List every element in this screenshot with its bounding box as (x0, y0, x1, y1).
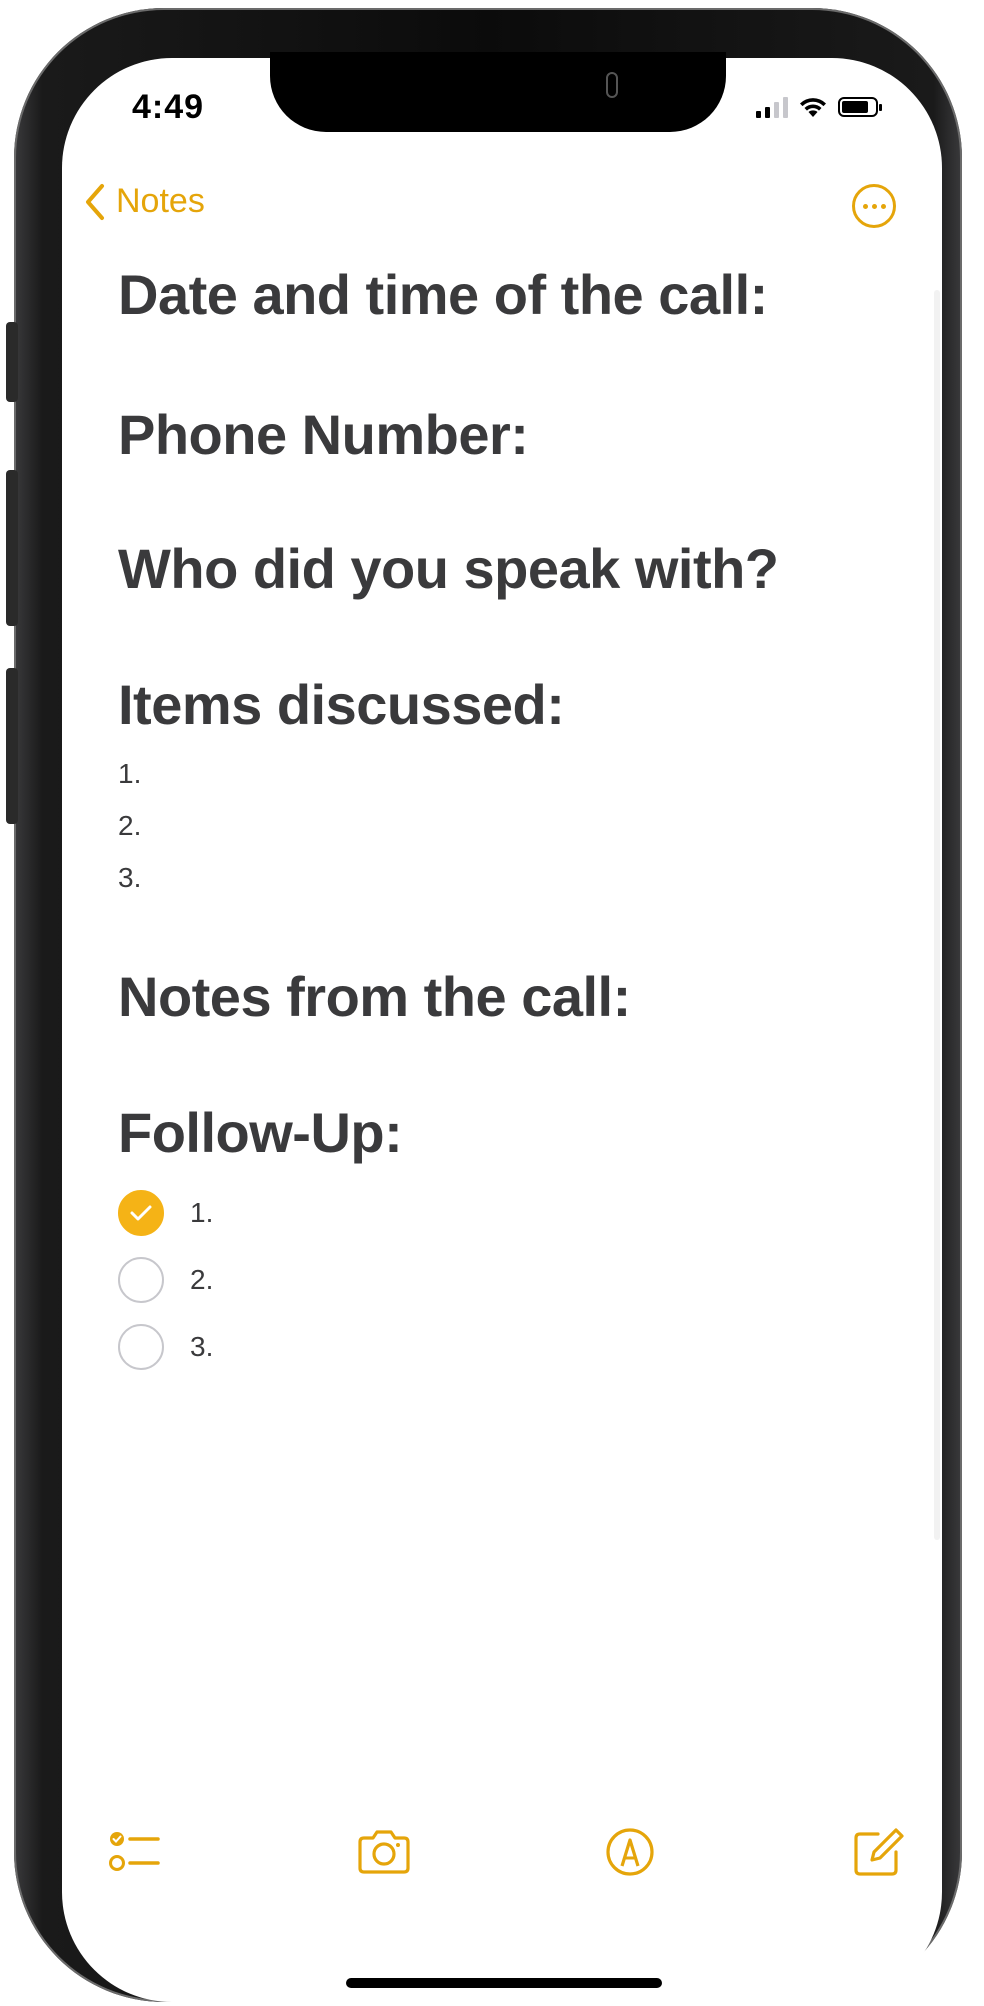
heading-items-discussed[interactable]: Items discussed: (118, 672, 565, 737)
checklist-item[interactable]: 2. (118, 1257, 213, 1303)
camera-sensor (606, 72, 618, 98)
battery-icon (838, 97, 882, 117)
items-list-item[interactable]: 1. (118, 758, 141, 790)
compose-icon[interactable] (848, 1822, 908, 1882)
checklist-item-label: 1. (190, 1197, 214, 1228)
checklist-item[interactable]: 3. (118, 1324, 213, 1370)
status-icons (756, 96, 882, 118)
heading-date-time[interactable]: Date and time of the call: (118, 262, 768, 327)
items-list-item[interactable]: 2. (118, 810, 141, 842)
side-button-volume-down (6, 668, 18, 824)
items-list-item[interactable]: 3. (118, 862, 141, 894)
checkbox-unchecked[interactable] (118, 1257, 164, 1303)
chevron-left-icon (86, 183, 104, 220)
checklist-item-label: 2. (190, 1264, 214, 1295)
markup-icon[interactable] (600, 1822, 660, 1882)
camera-icon[interactable] (354, 1822, 414, 1882)
heading-follow-up[interactable]: Follow-Up: (118, 1100, 403, 1165)
scroll-indicator[interactable] (934, 290, 940, 1540)
back-label: Notes (116, 182, 205, 220)
checkbox-checked[interactable] (118, 1190, 164, 1236)
checkbox-unchecked[interactable] (118, 1324, 164, 1370)
cellular-signal-icon (756, 96, 788, 118)
notch (270, 52, 726, 132)
home-indicator[interactable] (346, 1978, 662, 1988)
checkmark-icon (130, 1205, 152, 1221)
back-button[interactable]: Notes (84, 182, 205, 221)
checklist-item-label: 3. (190, 1331, 214, 1362)
status-time: 4:49 (132, 88, 205, 126)
more-options-button[interactable] (852, 184, 896, 228)
screen (62, 58, 942, 2002)
side-button-volume-up (6, 470, 18, 626)
wifi-icon (800, 98, 826, 117)
side-button-silent (6, 322, 18, 402)
heading-notes-from-call[interactable]: Notes from the call: (118, 964, 631, 1029)
checklist-item[interactable]: 1. (118, 1190, 213, 1236)
heading-phone-number[interactable]: Phone Number: (118, 402, 529, 467)
checklist-icon[interactable] (106, 1822, 166, 1882)
heading-who[interactable]: Who did you speak with? (118, 536, 779, 601)
